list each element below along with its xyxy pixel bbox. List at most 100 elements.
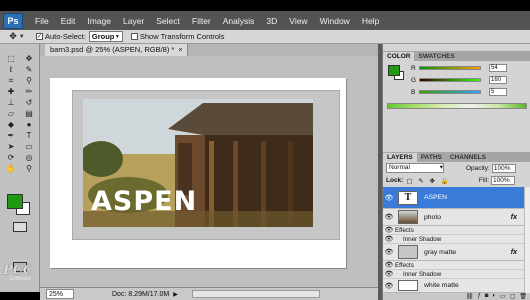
hand-tool-icon[interactable]: ✋	[3, 164, 19, 174]
layer-row-gray-matte[interactable]: 👁 gray matte fx	[383, 244, 530, 261]
eye-icon[interactable]: 👁	[383, 270, 395, 278]
menu-help[interactable]: Help	[362, 16, 379, 26]
quick-select-tool-icon[interactable]: ✎	[21, 65, 37, 75]
eyedropper-tool-icon[interactable]: ⚲	[21, 76, 37, 86]
green-value-field[interactable]: 160	[489, 76, 507, 84]
eye-icon[interactable]: 👁	[383, 213, 395, 221]
clone-stamp-tool-icon[interactable]: ⊥	[3, 98, 19, 108]
fx-icon[interactable]: fx	[511, 249, 517, 256]
layer-row-aspen[interactable]: 👁 T ASPEN	[383, 187, 530, 209]
move-tool-preset-picker[interactable]: ✥ ▼	[6, 31, 28, 43]
history-brush-tool-icon[interactable]: ↺	[21, 98, 37, 108]
close-icon[interactable]: ×	[178, 47, 182, 54]
triangle-right-icon[interactable]: ▶	[173, 291, 178, 298]
effects-row[interactable]: 👁 Effects	[383, 261, 530, 270]
inner-shadow-row[interactable]: 👁 Inner Shadow	[383, 270, 530, 279]
eye-icon[interactable]: 👁	[383, 226, 395, 234]
auto-select-checkbox[interactable]: ✓	[36, 33, 43, 40]
tab-swatches[interactable]: SWATCHES	[414, 52, 458, 61]
gray-matte-layer[interactable]: ASPEN	[72, 90, 340, 240]
watermark-small-text: Software	[9, 276, 31, 282]
eye-icon[interactable]: 👁	[383, 235, 395, 243]
layer-row-photo[interactable]: 👁 photo fx	[383, 209, 530, 226]
pen-tool-icon[interactable]: ✒	[3, 131, 19, 141]
menu-analysis[interactable]: Analysis	[223, 16, 255, 26]
color-spectrum-bar[interactable]	[387, 103, 527, 109]
red-slider[interactable]	[419, 66, 481, 70]
dodge-tool-icon[interactable]: ●	[21, 120, 37, 130]
menu-image[interactable]: Image	[87, 16, 111, 26]
new-layer-icon[interactable]: ▢	[510, 293, 516, 300]
green-slider[interactable]	[419, 78, 481, 82]
aspen-title-text[interactable]: ASPEN	[91, 186, 197, 217]
gradient-tool-icon[interactable]: ▤	[21, 109, 37, 119]
layer-name[interactable]: photo	[424, 214, 441, 221]
horizontal-scrollbar[interactable]	[191, 290, 320, 298]
lock-options-icon[interactable]: ▢ ✎ ✥ 🔒	[406, 177, 451, 185]
auto-select-dropdown[interactable]: Group ▼	[88, 31, 123, 42]
menu-file[interactable]: File	[35, 16, 49, 26]
fx-menu-icon[interactable]: ƒ	[477, 293, 480, 300]
foreground-color-swatch[interactable]	[7, 194, 23, 209]
menu-edit[interactable]: Edit	[61, 16, 76, 26]
type-tool-icon[interactable]: T	[21, 131, 37, 141]
effects-row[interactable]: 👁 Effects	[383, 226, 530, 235]
fill-field[interactable]: 100%	[491, 176, 515, 185]
path-select-tool-icon[interactable]: ➤	[3, 142, 19, 152]
tab-color[interactable]: COLOR	[383, 52, 415, 61]
layer-name[interactable]: gray matte	[424, 249, 456, 256]
canvas-area[interactable]: ASPEN	[40, 56, 378, 287]
shape-tool-icon[interactable]: ▭	[21, 142, 37, 152]
marquee-tool-icon[interactable]: ⬚	[3, 54, 19, 64]
mask-icon[interactable]: ◙	[485, 293, 489, 300]
menu-select[interactable]: Select	[156, 16, 180, 26]
show-transform-checkbox[interactable]	[130, 33, 138, 40]
lock-row: Lock: ▢ ✎ ✥ 🔒 Fill: 100%	[383, 175, 530, 186]
menu-filter[interactable]: Filter	[192, 16, 211, 26]
doc-size-info[interactable]: Doc: 8.29M/17.0M	[112, 291, 169, 298]
layers-vertical-scrollbar[interactable]	[524, 187, 530, 293]
blue-value-field[interactable]: 5	[489, 88, 507, 96]
trash-icon[interactable]: 🗑	[519, 293, 527, 300]
3d-rotate-tool-icon[interactable]: ⟳	[3, 153, 19, 163]
layer-name[interactable]: white matte	[424, 282, 459, 289]
3d-camera-tool-icon[interactable]: ◎	[21, 153, 37, 163]
menu-window[interactable]: Window	[320, 16, 350, 26]
eye-icon[interactable]: 👁	[383, 194, 395, 202]
barn-photo[interactable]: ASPEN	[83, 99, 313, 227]
red-value-field[interactable]: 54	[489, 64, 507, 72]
opacity-field[interactable]: 100%	[491, 163, 516, 173]
eye-icon[interactable]: 👁	[383, 248, 395, 256]
blue-slider[interactable]	[419, 90, 481, 94]
folder-icon[interactable]: ▭	[500, 293, 506, 300]
blur-tool-icon[interactable]: ◆	[3, 120, 19, 130]
layer-row-white-matte[interactable]: 👁 white matte	[383, 279, 530, 293]
tab-channels[interactable]: CHANNELS	[446, 153, 490, 162]
tab-paths[interactable]: PATHS	[417, 153, 446, 162]
zoom-tool-icon[interactable]: ⚲	[21, 164, 37, 174]
eraser-tool-icon[interactable]: ▱	[3, 109, 19, 119]
eye-icon[interactable]: 👁	[383, 282, 395, 290]
healing-brush-tool-icon[interactable]: ✚	[3, 87, 19, 97]
crop-tool-icon[interactable]: ⌗	[3, 76, 19, 86]
adjustment-icon[interactable]: ◐	[492, 293, 496, 300]
menu-layer[interactable]: Layer	[123, 16, 144, 26]
fx-icon[interactable]: fx	[511, 214, 517, 221]
menu-3d[interactable]: 3D	[266, 16, 277, 26]
white-matte-layer[interactable]: ASPEN	[50, 78, 346, 268]
move-tool-icon[interactable]: ✥	[21, 54, 37, 64]
lasso-tool-icon[interactable]: ℓ	[3, 65, 19, 75]
link-layers-icon[interactable]: ⛓	[466, 293, 474, 300]
menu-view[interactable]: View	[289, 16, 307, 26]
layer-name[interactable]: ASPEN	[424, 194, 447, 201]
zoom-field[interactable]: 25%	[46, 289, 74, 299]
inner-shadow-label: Inner Shadow	[403, 270, 442, 278]
inner-shadow-row[interactable]: 👁 Inner Shadow	[383, 235, 530, 244]
color-foreground-swatch[interactable]	[388, 65, 400, 76]
eye-icon[interactable]: 👁	[383, 261, 395, 269]
document-tab[interactable]: barn3.psd @ 25% (ASPEN, RGB/8) * ×	[45, 44, 189, 56]
quick-mask-icon[interactable]	[13, 222, 27, 232]
brush-tool-icon[interactable]: ✏	[21, 87, 37, 97]
tab-layers[interactable]: LAYERS	[383, 153, 417, 162]
blend-mode-dropdown[interactable]: Normal ▾	[386, 163, 444, 173]
